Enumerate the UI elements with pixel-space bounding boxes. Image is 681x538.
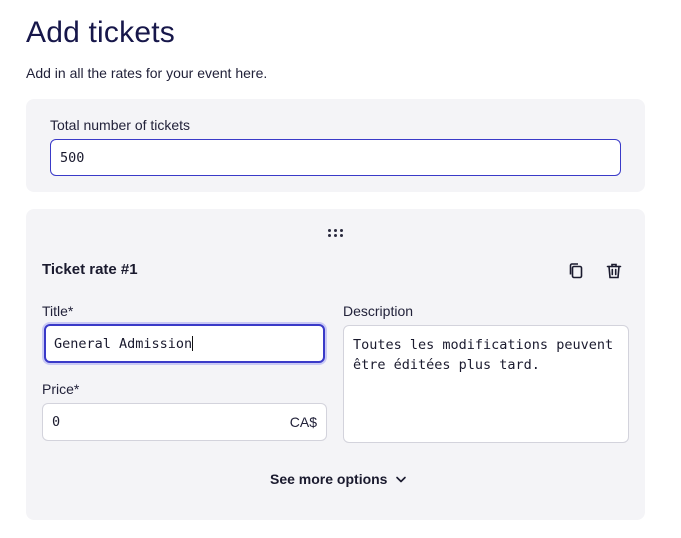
title-value: General Admission bbox=[54, 335, 193, 352]
price-input[interactable]: 0 CA$ bbox=[42, 403, 327, 441]
see-more-options-button[interactable]: See more options bbox=[270, 467, 408, 491]
duplicate-rate-button[interactable] bbox=[565, 260, 587, 282]
total-tickets-label: Total number of tickets bbox=[50, 117, 191, 133]
ticket-rate-card: Ticket rate #1 Title* General Admission … bbox=[26, 209, 645, 520]
price-label: Price* bbox=[42, 381, 80, 397]
copy-icon bbox=[569, 263, 583, 279]
total-tickets-panel: Total number of tickets 500 bbox=[26, 99, 645, 192]
title-input[interactable]: General Admission bbox=[44, 324, 325, 363]
page-subtitle: Add in all the rates for your event here… bbox=[26, 65, 268, 81]
chevron-down-icon bbox=[396, 476, 407, 483]
delete-rate-button[interactable] bbox=[603, 260, 625, 282]
total-tickets-input[interactable]: 500 bbox=[50, 139, 621, 176]
page-title: Add tickets bbox=[26, 16, 175, 49]
description-label: Description bbox=[343, 303, 414, 319]
total-tickets-value: 500 bbox=[60, 149, 85, 166]
ticket-rate-heading: Ticket rate #1 bbox=[42, 261, 138, 278]
description-textarea[interactable]: Toutes les modifications peuvent être éd… bbox=[343, 325, 629, 443]
see-more-options-label: See more options bbox=[270, 471, 388, 487]
trash-icon bbox=[606, 263, 622, 279]
description-value: Toutes les modifications peuvent être éd… bbox=[353, 337, 614, 373]
price-value: 0 bbox=[52, 414, 61, 430]
title-label: Title* bbox=[42, 303, 74, 319]
drag-handle-icon[interactable] bbox=[328, 229, 344, 239]
text-cursor bbox=[192, 336, 194, 351]
currency-suffix: CA$ bbox=[289, 414, 317, 430]
